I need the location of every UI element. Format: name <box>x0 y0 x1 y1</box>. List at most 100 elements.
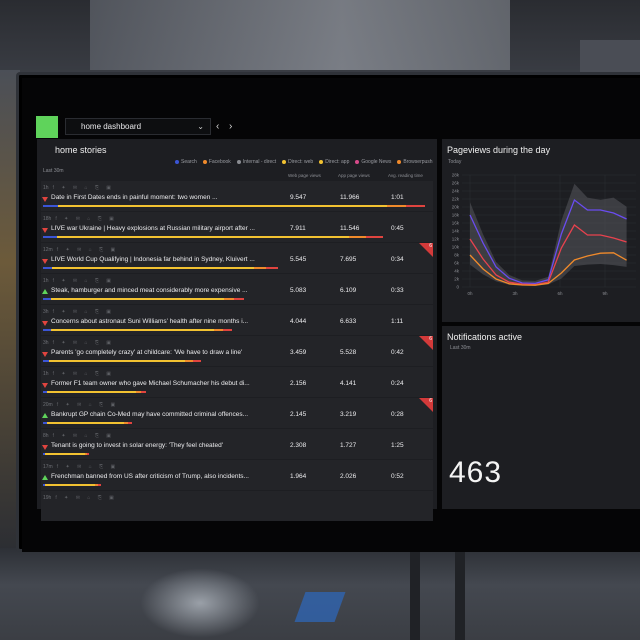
story-row[interactable]: 1h f ✦ ✉ ⌂ ⎘ ▣ Date in First Dates ends in… <box>41 181 433 211</box>
story-age: 20m <box>43 402 53 408</box>
story-title[interactable]: Parents 'go completely crazy' at childca… <box>51 349 283 356</box>
story-row[interactable]: 8h f ✦ ✉ ⌂ ⎘ ▣ Tenant is going to invest i… <box>41 429 433 459</box>
social-icons: f ✦ ✉ ⌂ ⎘ ▣ <box>52 371 115 377</box>
trend-up-icon <box>42 289 48 294</box>
legend-swatch <box>319 159 324 164</box>
story-row[interactable]: 20m f ✦ ✉ ⌂ ⎘ ▣ Bankrupt GP chain Co-Med m… <box>41 398 433 428</box>
story-title[interactable]: Former F1 team owner who gave Michael Sc… <box>51 380 283 387</box>
story-row[interactable]: 3h f ✦ ✉ ⌂ ⎘ ▣ Parents 'go completely craz… <box>41 336 433 366</box>
alert-count: 6 <box>429 243 432 249</box>
social-icons: f ✦ ✉ ⌂ ⎘ ▣ <box>56 402 119 408</box>
story-age: 1h <box>43 278 49 284</box>
panel-period: Last 30m <box>450 345 471 351</box>
story-age: 1h <box>43 371 49 377</box>
traffic-source-segment <box>234 298 244 300</box>
story-meta: 8h f ✦ ✉ ⌂ ⎘ ▣ <box>43 433 114 439</box>
trend-down-icon <box>42 445 48 450</box>
traffic-source-segment <box>43 236 57 238</box>
x-tick-label: 6h <box>557 291 563 296</box>
y-tick-label: 18k <box>452 213 460 218</box>
monitor-stand <box>455 548 465 640</box>
traffic-source-bar <box>43 484 101 486</box>
y-tick-label: 16k <box>452 221 460 226</box>
chevron-down-icon: ⌄ <box>197 122 204 131</box>
y-tick-label: 22k <box>452 197 460 202</box>
panel-period: Today <box>448 159 462 165</box>
y-tick-label: 14k <box>452 229 460 234</box>
story-row[interactable]: 19h f ✦ ✉ ⌂ ⎘ ▣ <box>41 491 433 521</box>
story-title[interactable]: Date in First Dates ends in painful mome… <box>51 194 283 201</box>
reading-time: 0:28 <box>391 411 404 418</box>
traffic-source-segment <box>47 391 136 393</box>
story-title[interactable]: Steak, hamburger and minced meat conside… <box>51 287 283 294</box>
story-title[interactable]: LIVE World Cup Qualifying | Indonesia fa… <box>51 256 283 263</box>
traffic-source-segment <box>254 267 266 269</box>
traffic-source-segment <box>128 422 132 424</box>
story-meta: 1h f ✦ ✉ ⌂ ⎘ ▣ <box>43 185 114 191</box>
floor-object <box>294 592 346 622</box>
story-row[interactable]: 1h f ✦ ✉ ⌂ ⎘ ▣ Former F1 team owner who ga… <box>41 367 433 397</box>
traffic-source-segment <box>43 267 52 269</box>
traffic-source-bar <box>43 329 232 331</box>
story-title[interactable]: Frenchman banned from US after criticism… <box>51 473 283 480</box>
traffic-source-segment <box>387 205 406 207</box>
legend-swatch <box>236 159 241 164</box>
next-dashboard-button[interactable]: › <box>229 118 232 135</box>
traffic-source-segment <box>185 360 193 362</box>
story-age: 8h <box>43 433 49 439</box>
legend-swatch <box>202 159 207 164</box>
reading-time: 0:34 <box>391 256 404 263</box>
pageviews-panel: Pageviews during the day Today 0 2k 4k 6k 8k… <box>442 139 640 322</box>
traffic-source-bar <box>43 360 201 362</box>
alert-count: 6 <box>429 398 432 404</box>
traffic-source-bar <box>43 205 425 207</box>
pageviews-chart: 0 2k 4k 6k 8k 10k 12k 14k 16k 18k 20k 22k 24k 26k 28k 0… <box>452 173 636 296</box>
social-icons: f ✦ ✉ ⌂ ⎘ ▣ <box>52 433 115 439</box>
trend-down-icon <box>42 259 48 264</box>
legend-label: Direct: app <box>325 159 350 165</box>
traffic-source-bar <box>43 422 132 424</box>
reading-time: 0:42 <box>391 349 404 356</box>
story-row[interactable]: 3h f ✦ ✉ ⌂ ⎘ ▣ Concerns about astronaut Su… <box>41 305 433 335</box>
y-tick-label: 12k <box>452 237 460 242</box>
prev-dashboard-button[interactable]: ‹ <box>216 118 219 135</box>
story-title[interactable]: LIVE war Ukraine | Heavy explosions at R… <box>51 225 283 232</box>
app-views: 7.695 <box>340 256 357 263</box>
social-icons: f ✦ ✉ ⌂ ⎘ ▣ <box>52 340 115 346</box>
background-window <box>90 0 510 70</box>
legend-label: Facebook <box>208 159 231 165</box>
social-icons: f ✦ ✉ ⌂ ⎘ ▣ <box>55 495 117 501</box>
y-tick-label: 8k <box>454 253 460 258</box>
trend-down-icon <box>42 228 48 233</box>
story-age: 17m <box>43 464 53 470</box>
legend-label: Google News <box>361 159 392 165</box>
story-row[interactable]: 1h f ✦ ✉ ⌂ ⎘ ▣ Steak, hamburger and minced… <box>41 274 433 304</box>
traffic-source-segment <box>214 329 223 331</box>
story-row[interactable]: 18h f ✦ ✉ ⌂ ⎘ ▣ LIVE war Ukraine | Heavy e… <box>41 212 433 242</box>
app-views: 11.546 <box>340 225 360 232</box>
traffic-source-segment <box>43 329 51 331</box>
legend-item: Direct: app <box>319 159 349 165</box>
y-tick-label: 28k <box>452 173 460 178</box>
web-views: 2.145 <box>290 411 307 418</box>
web-views: 5.545 <box>290 256 307 263</box>
story-title[interactable]: Concerns about astronaut Suni Williams' … <box>51 318 283 325</box>
traffic-source-segment <box>224 298 234 300</box>
office-floor <box>0 548 640 640</box>
web-views: 7.911 <box>290 225 306 232</box>
trend-down-icon <box>42 321 48 326</box>
story-title[interactable]: Bankrupt GP chain Co-Med may have commit… <box>51 411 283 418</box>
x-tick-label: 0h <box>467 291 473 296</box>
story-title[interactable]: Tenant is going to invest in solar energ… <box>51 442 283 449</box>
reading-time: 1:11 <box>391 318 404 325</box>
reading-time: 1:01 <box>391 194 404 201</box>
story-row[interactable]: 12m f ✦ ✉ ⌂ ⎘ ▣ LIVE World Cup Qualifying … <box>41 243 433 273</box>
story-row[interactable]: 17m f ✦ ✉ ⌂ ⎘ ▣ Frenchman banned from US a… <box>41 460 433 490</box>
dashboard-select-value: home dashboard <box>81 122 142 131</box>
dashboard-select[interactable]: home dashboard ⌄ <box>65 118 211 135</box>
legend-label: Internal - direct <box>242 159 277 165</box>
app-views: 1.727 <box>340 442 357 449</box>
app-logo[interactable] <box>36 116 58 138</box>
social-icons: f ✦ ✉ ⌂ ⎘ ▣ <box>52 309 115 315</box>
traffic-source-segment <box>366 236 383 238</box>
